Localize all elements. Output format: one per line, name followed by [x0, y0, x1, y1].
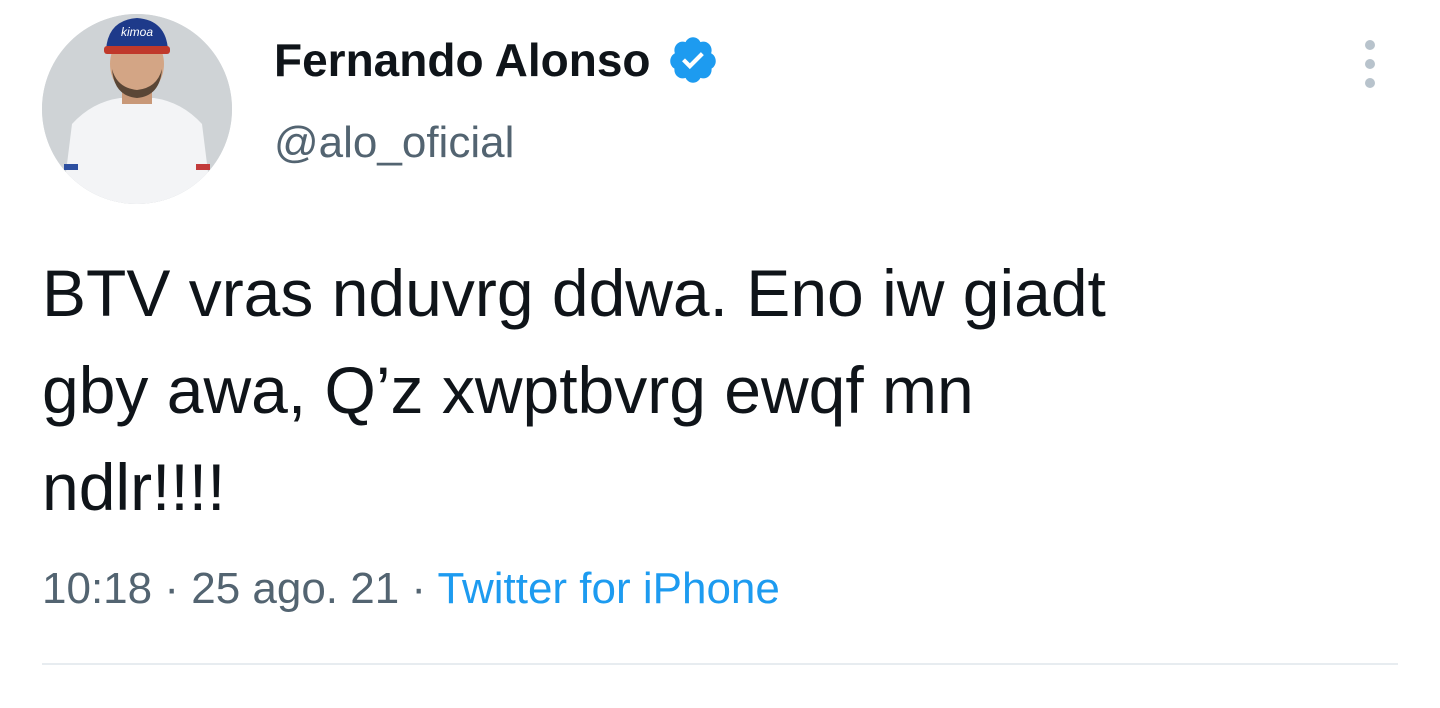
tweet-card: kimoa Fernando Alonso @alo_oficial BTV v… [0, 0, 1440, 708]
meta-separator: · [152, 564, 192, 613]
avatar-cap-text: kimoa [121, 25, 153, 39]
author-name-row[interactable]: Fernando Alonso [274, 30, 719, 90]
avatar[interactable]: kimoa [42, 14, 232, 204]
author-display-name[interactable]: Fernando Alonso [274, 30, 651, 90]
more-dot [1365, 59, 1375, 69]
tweet-time[interactable]: 10:18 [42, 564, 152, 613]
meta-separator: · [399, 564, 438, 613]
more-options-icon[interactable] [1352, 36, 1388, 92]
more-dot [1365, 78, 1375, 88]
tweet-date[interactable]: 25 ago. 21 [191, 564, 399, 613]
tweet-text-line: BTV vras nduvrg ddwa. Eno iw giadt [42, 256, 1106, 330]
divider [42, 663, 1398, 665]
tweet-metadata: 10:18 · 25 ago. 21 · Twitter for iPhone [42, 556, 780, 622]
verified-badge-icon [669, 37, 716, 83]
author-handle[interactable]: @alo_oficial [274, 113, 514, 173]
tweet-text-line: ndlr!!!! [42, 450, 226, 524]
tweet-text-line: gby awa, Q’z xwptbvrg ewqf mn [42, 353, 974, 427]
tweet-text: BTV vras nduvrg ddwa. Eno iw giadt gby a… [42, 245, 1382, 536]
more-dot [1365, 40, 1375, 50]
tweet-source-link[interactable]: Twitter for iPhone [438, 564, 780, 613]
